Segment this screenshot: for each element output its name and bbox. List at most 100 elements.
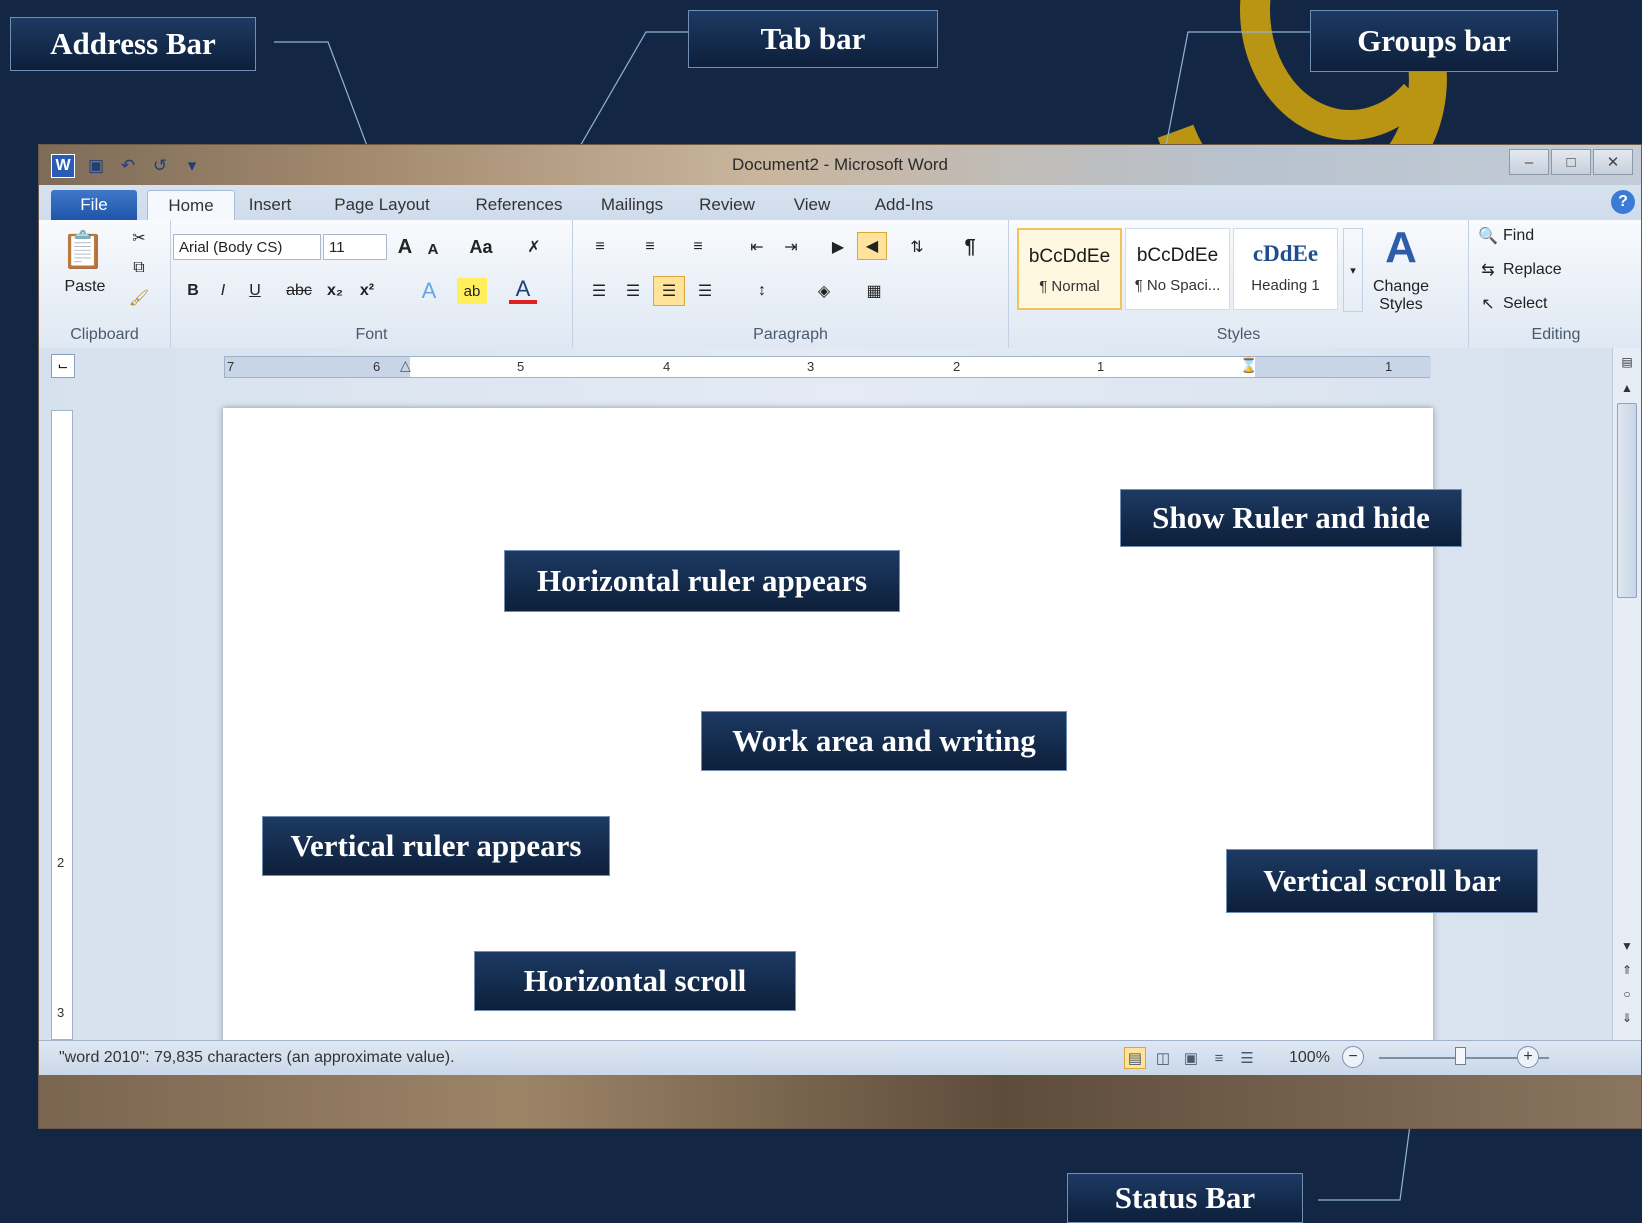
decrease-indent-icon[interactable]: ⇤ <box>743 234 771 260</box>
styles-label: Styles <box>1216 326 1261 343</box>
find-icon[interactable]: 🔍 <box>1477 224 1499 248</box>
align-left-icon[interactable]: ☰ <box>585 278 613 304</box>
select-button[interactable]: Select <box>1503 292 1573 316</box>
align-center-icon[interactable]: ☰ <box>619 278 647 304</box>
zoom-level[interactable]: 100% <box>1289 1049 1330 1067</box>
vertical-ruler[interactable]: 2 3 <box>51 410 73 1040</box>
group-editing: 🔍 Find ⇆ Replace ↖ Select Editing <box>1469 220 1641 348</box>
style-heading-1-sample: cDdEe <box>1252 241 1319 266</box>
right-indent-marker-icon[interactable]: ⌛ <box>1240 357 1257 374</box>
tab-add-ins[interactable]: Add-Ins <box>859 190 949 220</box>
paste-icon[interactable]: 📋 <box>61 226 106 274</box>
replace-button[interactable]: Replace <box>1503 258 1583 282</box>
italic-button[interactable]: I <box>211 278 235 304</box>
styles-scroll-icon[interactable]: ▾ <box>1343 228 1363 312</box>
callout-groups-bar: Groups bar <box>1310 10 1558 72</box>
copy-icon[interactable]: ⧉ <box>127 256 151 280</box>
text-effects-icon[interactable]: A <box>415 278 443 304</box>
rtl-icon[interactable]: ◀ <box>857 232 887 260</box>
numbering-icon[interactable]: ≡ <box>635 234 665 260</box>
sort-icon[interactable]: ⇅ <box>903 234 931 260</box>
work-area: ⌙ 7 6 5 4 3 2 1 1 △ ⌛ 2 3 ▤ ▲ ▼ ⇑ ○ ⇓ <box>39 348 1641 1048</box>
tab-review[interactable]: Review <box>687 190 767 220</box>
indent-marker-icon[interactable]: △ <box>400 357 411 374</box>
minimize-button[interactable]: – <box>1509 149 1549 175</box>
tab-bar: File Home Insert Page Layout References … <box>39 185 1641 221</box>
style-normal[interactable]: bCcDdEe ¶ Normal <box>1017 228 1122 310</box>
tab-home[interactable]: Home <box>147 190 235 221</box>
scroll-down-icon[interactable]: ▼ <box>1617 936 1637 956</box>
subscript-button[interactable]: x₂ <box>321 278 349 304</box>
window-title: Document2 - Microsoft Word <box>731 155 949 174</box>
strikethrough-button[interactable]: abc <box>283 278 315 304</box>
bullets-icon[interactable]: ≡ <box>585 234 615 260</box>
show-ruler-icon[interactable]: ▤ <box>1617 352 1637 372</box>
tab-references[interactable]: References <box>459 190 579 220</box>
help-icon[interactable]: ? <box>1611 190 1635 214</box>
clear-formatting-icon[interactable]: ✗ <box>521 234 547 260</box>
change-styles-button[interactable]: Change Styles <box>1365 276 1437 316</box>
scroll-thumb[interactable] <box>1617 403 1637 598</box>
show-marks-button[interactable]: ¶ <box>957 234 983 260</box>
full-screen-reading-icon[interactable]: ◫ <box>1152 1047 1174 1069</box>
status-bar: "word 2010": 79,835 characters (an appro… <box>39 1040 1641 1076</box>
ruler-tab-selector[interactable]: ⌙ <box>51 354 75 378</box>
horizontal-ruler[interactable]: 7 6 5 4 3 2 1 1 △ ⌛ <box>224 356 1431 378</box>
paste-button[interactable]: Paste <box>59 278 111 296</box>
replace-icon[interactable]: ⇆ <box>1477 258 1499 282</box>
previous-page-icon[interactable]: ⇑ <box>1617 960 1637 980</box>
ltr-icon[interactable]: ▶ <box>825 234 851 260</box>
next-page-icon[interactable]: ⇓ <box>1617 1008 1637 1028</box>
zoom-out-icon[interactable]: − <box>1342 1046 1364 1068</box>
close-button[interactable]: ✕ <box>1593 149 1633 175</box>
change-styles-icon[interactable]: A <box>1371 223 1431 272</box>
highlight-icon[interactable]: ab <box>457 278 487 304</box>
change-case-button[interactable]: Aa <box>463 234 499 260</box>
vertical-scrollbar[interactable]: ▤ ▲ ▼ ⇑ ○ ⇓ <box>1612 348 1641 1040</box>
print-layout-icon[interactable]: ▤ <box>1124 1047 1146 1069</box>
align-right-icon[interactable]: ☰ <box>653 276 685 306</box>
grow-font-button[interactable]: A <box>393 234 417 260</box>
tab-mailings[interactable]: Mailings <box>587 190 677 220</box>
superscript-button[interactable]: x² <box>353 278 381 304</box>
multilevel-list-icon[interactable]: ≡ <box>683 234 713 260</box>
callout-horizontal-ruler: Horizontal ruler appears <box>504 550 900 612</box>
browse-object-icon[interactable]: ○ <box>1617 984 1637 1004</box>
web-layout-icon[interactable]: ▣ <box>1180 1047 1202 1069</box>
format-painter-icon[interactable]: 🖌 <box>127 286 151 310</box>
select-icon[interactable]: ↖ <box>1477 292 1499 316</box>
outline-icon[interactable]: ≡ <box>1208 1047 1230 1069</box>
ruler-margin-right <box>1255 357 1431 377</box>
increase-indent-icon[interactable]: ⇥ <box>777 234 805 260</box>
paragraph-label: Paragraph <box>753 326 828 343</box>
draft-icon[interactable]: ☰ <box>1236 1047 1258 1069</box>
justify-icon[interactable]: ☰ <box>691 278 719 304</box>
borders-icon[interactable]: ▦ <box>859 278 889 304</box>
taskbar-strip <box>39 1075 1641 1128</box>
tab-page-layout[interactable]: Page Layout <box>317 190 447 220</box>
tab-file[interactable]: File <box>51 190 137 220</box>
callout-tab-bar: Tab bar <box>688 10 938 68</box>
tab-view[interactable]: View <box>777 190 847 220</box>
shrink-font-button[interactable]: A <box>421 236 445 262</box>
bold-button[interactable]: B <box>181 278 205 304</box>
title-bar: W ▣ ↶ ↺ ▾ Document2 - Microsoft Word – □… <box>39 145 1641 185</box>
find-button[interactable]: Find <box>1503 224 1563 248</box>
style-heading-1[interactable]: cDdEe Heading 1 <box>1233 228 1338 310</box>
line-spacing-icon[interactable]: ↕ <box>745 278 779 304</box>
group-paragraph: ≡ ≡ ≡ ⇤ ⇥ ▶ ◀ ⇅ ¶ ☰ ☰ ☰ ☰ ↕ ◈ ▦ Paragrap… <box>573 220 1009 348</box>
scroll-up-icon[interactable]: ▲ <box>1617 378 1637 398</box>
style-no-spacing-name: ¶ No Spaci... <box>1134 277 1221 294</box>
font-color-icon[interactable]: A <box>509 276 537 304</box>
view-buttons: ▤ ◫ ▣ ≡ ☰ <box>1124 1047 1258 1069</box>
tab-insert[interactable]: Insert <box>235 190 305 220</box>
cut-icon[interactable]: ✂ <box>127 226 151 250</box>
maximize-button[interactable]: □ <box>1551 149 1591 175</box>
font-size-select[interactable]: 11 <box>323 234 387 260</box>
font-family-select[interactable]: Arial (Body CS) <box>173 234 321 260</box>
zoom-in-icon[interactable]: + <box>1517 1046 1539 1068</box>
zoom-slider-thumb[interactable] <box>1455 1047 1466 1065</box>
underline-button[interactable]: U <box>243 278 267 304</box>
shading-icon[interactable]: ◈ <box>809 278 839 304</box>
style-no-spacing[interactable]: bCcDdEe ¶ No Spaci... <box>1125 228 1230 310</box>
